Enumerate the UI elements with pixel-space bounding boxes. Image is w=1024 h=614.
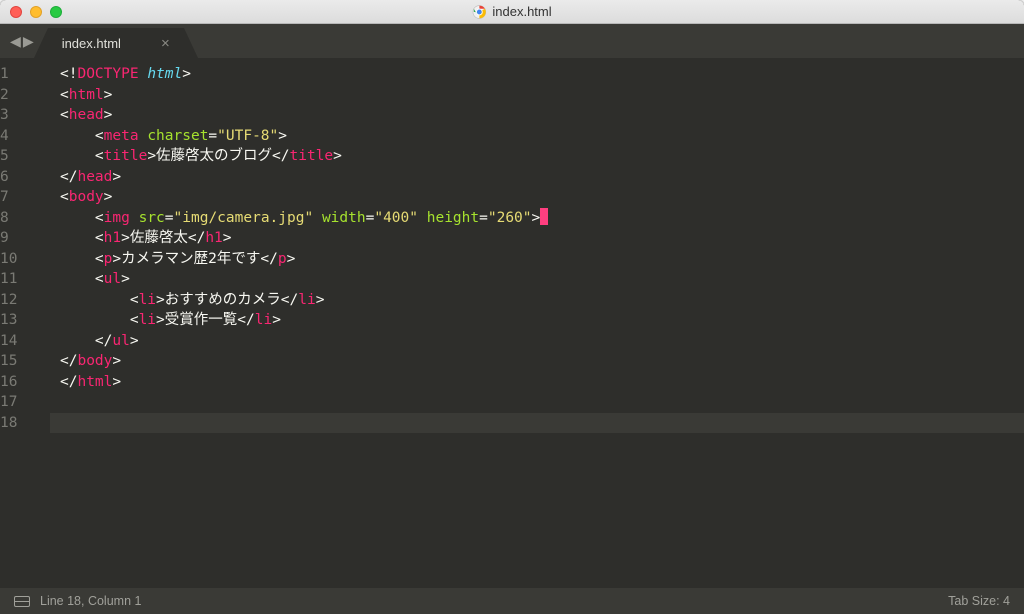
editor-area: 123456789101112131415161718 <!DOCTYPE ht…	[0, 58, 1024, 588]
code-line[interactable]: <h1>佐藤啓太</h1>	[50, 228, 1024, 249]
forward-button[interactable]: ▶	[23, 31, 34, 52]
line-number: 8	[0, 208, 40, 229]
code-line[interactable]	[50, 413, 1024, 434]
line-number: 11	[0, 269, 40, 290]
line-number: 9	[0, 228, 40, 249]
line-number: 18	[0, 413, 40, 434]
line-number: 17	[0, 392, 40, 413]
line-number: 4	[0, 126, 40, 147]
tab-size-status[interactable]: Tab Size: 4	[948, 594, 1010, 608]
code-line[interactable]: <li>おすすめのカメラ</li>	[50, 290, 1024, 311]
panel-toggle-icon[interactable]	[14, 596, 30, 607]
code-line[interactable]: <!DOCTYPE html>	[50, 64, 1024, 85]
line-number: 3	[0, 105, 40, 126]
line-number: 5	[0, 146, 40, 167]
code-line[interactable]: <img src="img/camera.jpg" width="400" he…	[50, 208, 1024, 229]
tab-bar: ◀ ▶ index.html ×	[0, 24, 1024, 58]
code-line[interactable]: <p>カメラマン歴2年です</p>	[50, 249, 1024, 270]
window-title-text: index.html	[492, 4, 551, 19]
code-line[interactable]: </html>	[50, 372, 1024, 393]
line-number: 7	[0, 187, 40, 208]
close-window-button[interactable]	[10, 6, 22, 18]
line-number: 2	[0, 85, 40, 106]
window-controls	[0, 6, 62, 18]
code-line[interactable]: <body>	[50, 187, 1024, 208]
code-line[interactable]	[50, 392, 1024, 413]
line-number: 1	[0, 64, 40, 85]
tab-close-button[interactable]: ×	[161, 35, 170, 52]
code-line[interactable]: <meta charset="UTF-8">	[50, 126, 1024, 147]
back-button[interactable]: ◀	[10, 31, 21, 52]
line-number: 12	[0, 290, 40, 311]
line-number: 14	[0, 331, 40, 352]
line-number: 13	[0, 310, 40, 331]
code-line[interactable]: <li>受賞作一覧</li>	[50, 310, 1024, 331]
minimize-window-button[interactable]	[30, 6, 42, 18]
editor-window: index.html ◀ ▶ index.html × 123456789101…	[0, 0, 1024, 614]
tab-label: index.html	[62, 36, 121, 51]
code-line[interactable]: <head>	[50, 105, 1024, 126]
window-title: index.html	[472, 4, 551, 19]
code-line[interactable]: <ul>	[50, 269, 1024, 290]
line-number: 6	[0, 167, 40, 188]
line-number-gutter: 123456789101112131415161718	[0, 58, 50, 588]
code-line[interactable]: </body>	[50, 351, 1024, 372]
code-line[interactable]: </ul>	[50, 331, 1024, 352]
status-bar: Line 18, Column 1 Tab Size: 4	[0, 588, 1024, 614]
cursor-position-status[interactable]: Line 18, Column 1	[40, 594, 141, 608]
code-line[interactable]: </head>	[50, 167, 1024, 188]
zoom-window-button[interactable]	[50, 6, 62, 18]
code-line[interactable]: <html>	[50, 85, 1024, 106]
line-number: 16	[0, 372, 40, 393]
titlebar: index.html	[0, 0, 1024, 24]
line-number: 10	[0, 249, 40, 270]
code-line[interactable]: <title>佐藤啓太のブログ</title>	[50, 146, 1024, 167]
code-area[interactable]: <!DOCTYPE html><html><head> <meta charse…	[50, 58, 1024, 588]
chrome-icon	[472, 5, 486, 19]
text-cursor	[540, 208, 548, 225]
line-number: 15	[0, 351, 40, 372]
tab-index-html[interactable]: index.html ×	[48, 28, 184, 58]
